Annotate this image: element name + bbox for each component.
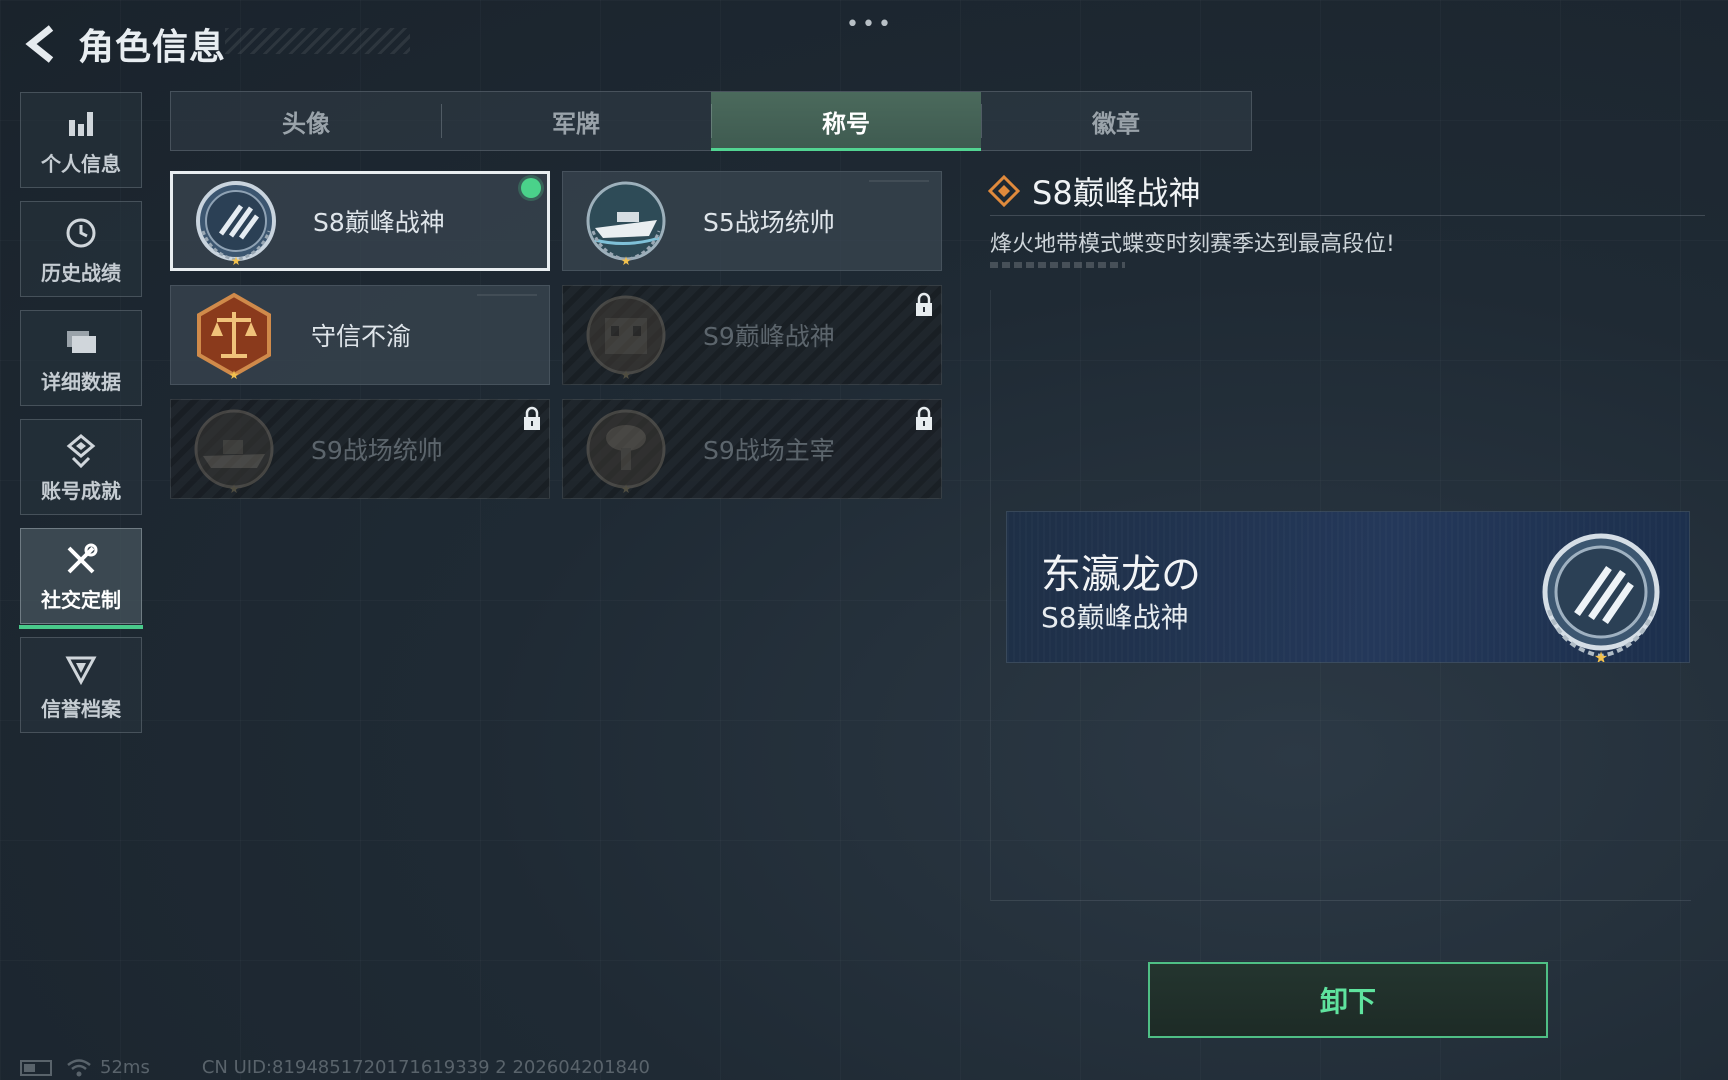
- tab-avatar[interactable]: 头像: [171, 92, 441, 150]
- svg-text:★: ★: [621, 482, 632, 494]
- tab-dog-tag[interactable]: 军牌: [441, 92, 711, 150]
- title-card-s9-commander[interactable]: ★ S9战场统帅: [170, 399, 550, 499]
- sidebar-item-credit-record[interactable]: 信誉档案: [20, 637, 142, 733]
- back-button[interactable]: [18, 19, 64, 69]
- sidebar-item-label: 历史战绩: [41, 260, 121, 285]
- detail-header: S8巅峰战神: [988, 168, 1201, 214]
- ping-value: 52ms: [100, 1057, 150, 1078]
- lock-icon: [916, 406, 932, 430]
- building-emblem-icon: ★: [586, 295, 666, 380]
- mushroom-cloud-emblem-icon: ★: [586, 409, 666, 494]
- title-card-name: 守信不渝: [311, 322, 412, 351]
- sidebar-item-label: 个人信息: [41, 151, 121, 176]
- diamond-icon: [988, 175, 1020, 207]
- sidebar-item-label: 详细数据: [41, 369, 121, 394]
- achievement-icon: [61, 431, 101, 471]
- s8-peak-emblem-icon: ★: [1542, 533, 1660, 662]
- detail-description: 烽火地带模式蝶变时刻赛季达到最高段位!: [990, 232, 1395, 257]
- sidebar-item-label: 社交定制: [41, 587, 121, 612]
- sidebar-item-personal-info[interactable]: 个人信息: [20, 92, 142, 188]
- detail-divider: [990, 215, 1705, 216]
- more-menu-icon[interactable]: •••: [846, 12, 894, 37]
- title-card-s9-dominator[interactable]: ★ S9战场主宰: [562, 399, 942, 499]
- sidebar: 个人信息 历史战绩 详细数据 账号成就 社交定制 信誉档案: [19, 92, 144, 746]
- title-card-s9-peak[interactable]: ★ S9巅峰战神: [562, 285, 942, 385]
- player-name: 东瀛龙の: [1041, 552, 1201, 598]
- card-decoration: [477, 294, 537, 296]
- status-bar: 52ms CN UID:8194851720171619339 2 202604…: [20, 1057, 650, 1078]
- back-arrow-icon: [25, 25, 54, 63]
- header: 角色信息: [18, 14, 226, 74]
- sidebar-item-label: 账号成就: [41, 478, 121, 503]
- title-card-s8-peak[interactable]: ★ S8巅峰战神: [170, 171, 550, 271]
- s8-peak-emblem-icon: ★: [196, 181, 276, 266]
- title-card-name: S5战场统帅: [703, 208, 835, 237]
- svg-text:★: ★: [229, 482, 240, 494]
- scales-emblem-icon: ★: [197, 292, 271, 380]
- detail-title-name: S8巅峰战神: [1032, 174, 1201, 212]
- folder-icon: [61, 322, 101, 362]
- page-title: 角色信息: [78, 27, 227, 68]
- sidebar-item-label: 信誉档案: [41, 696, 121, 721]
- sidebar-item-achievements[interactable]: 账号成就: [20, 419, 142, 515]
- sidebar-item-social-custom[interactable]: 社交定制: [19, 528, 143, 629]
- title-card-name: S9战场统帅: [311, 436, 443, 465]
- title-card-name: S8巅峰战神: [313, 208, 445, 237]
- title-card-s5-commander[interactable]: ★ S5战场统帅: [562, 171, 942, 271]
- sidebar-item-history[interactable]: 历史战绩: [20, 201, 142, 297]
- equipped-indicator: [521, 178, 541, 198]
- sidebar-item-detailed-data[interactable]: 详细数据: [20, 310, 142, 406]
- title-card-keep-faith[interactable]: ★ 守信不渝: [170, 285, 550, 385]
- title-card-name: S9巅峰战神: [703, 322, 835, 351]
- lock-icon: [916, 292, 932, 316]
- tools-icon: [61, 540, 101, 580]
- history-icon: [61, 213, 101, 253]
- tab-badge[interactable]: 徽章: [981, 92, 1251, 150]
- tab-title[interactable]: 称号: [711, 92, 981, 151]
- svg-text:★: ★: [229, 368, 240, 380]
- detail-decoration: [990, 262, 1125, 268]
- uid-text: CN UID:8194851720171619339 2 20260420184…: [201, 1057, 650, 1078]
- svg-text:★: ★: [621, 254, 632, 266]
- namecard-preview: 东瀛龙の S8巅峰战神 ★: [1007, 512, 1689, 662]
- battery-icon: [20, 1059, 52, 1076]
- namecard-title: S8巅峰战神: [1041, 601, 1189, 634]
- wifi-icon: [67, 1058, 91, 1076]
- bar-chart-icon: [61, 104, 101, 144]
- svg-text:★: ★: [231, 254, 242, 266]
- warship-emblem-icon: ★: [194, 409, 274, 494]
- unequip-button[interactable]: 卸下: [1148, 962, 1548, 1038]
- title-decoration: [225, 28, 410, 54]
- speedboat-emblem-icon: ★: [586, 181, 666, 266]
- tab-bar: 头像 军牌 称号 徽章: [170, 91, 1252, 151]
- card-decoration: [869, 180, 929, 182]
- svg-text:★: ★: [621, 368, 632, 380]
- lock-icon: [524, 406, 540, 430]
- credit-icon: [61, 649, 101, 689]
- svg-text:★: ★: [1594, 648, 1608, 662]
- title-card-name: S9战场主宰: [703, 436, 835, 465]
